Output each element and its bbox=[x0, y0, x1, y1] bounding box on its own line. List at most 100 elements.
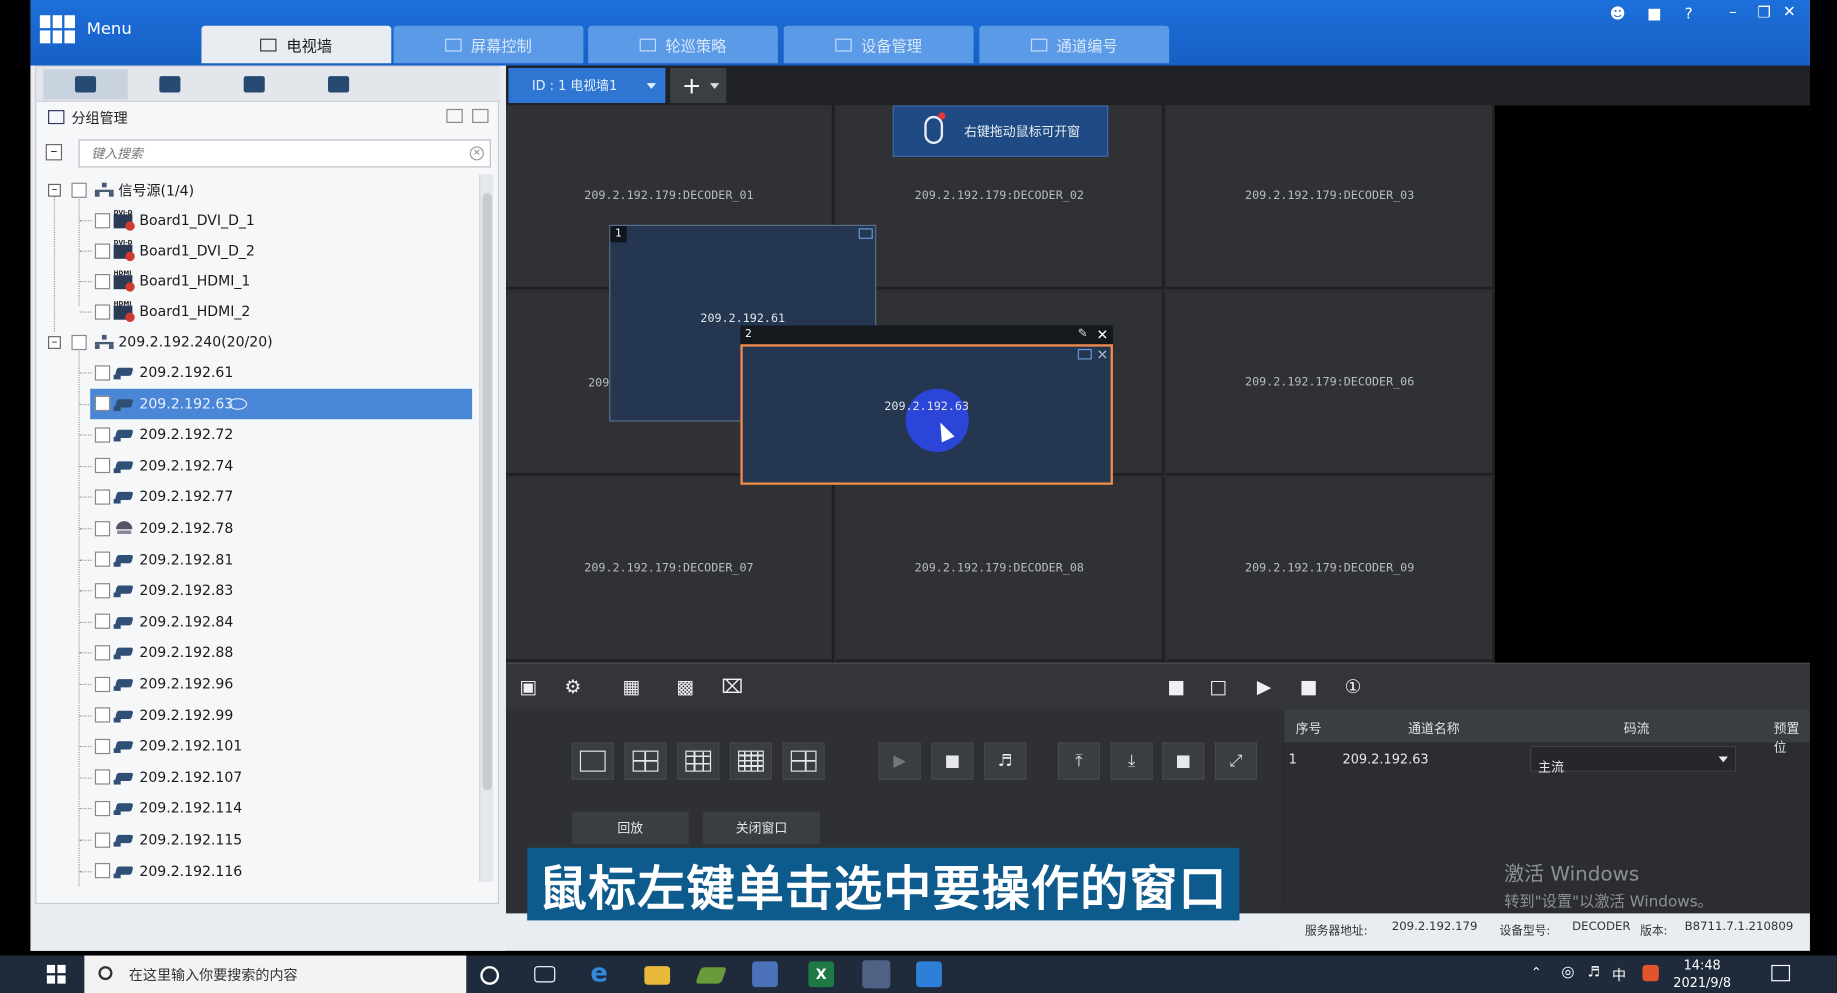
add-wall-button[interactable]: + bbox=[670, 67, 727, 104]
tree-node-camera[interactable]: 209.2.192.99 bbox=[36, 700, 479, 730]
task-view-icon[interactable] bbox=[534, 966, 556, 983]
close-icon[interactable]: ✕ bbox=[1783, 0, 1796, 23]
checkbox[interactable] bbox=[94, 738, 111, 754]
monitor-button[interactable] bbox=[212, 69, 296, 99]
close-window-button[interactable]: 关闭窗口 bbox=[702, 811, 821, 845]
checkbox[interactable] bbox=[94, 395, 111, 412]
help-icon[interactable]: ? bbox=[1685, 2, 1693, 25]
edge-icon[interactable]: e bbox=[590, 961, 616, 987]
layout-16-button[interactable] bbox=[729, 742, 773, 780]
tree-node-camera[interactable]: 209.2.192.84 bbox=[36, 606, 479, 636]
tree-node-signal[interactable]: DVI-D Board1_DVI_D_1 bbox=[36, 205, 479, 235]
lock-window-button[interactable]: ■ bbox=[1162, 742, 1205, 780]
windows-start-icon[interactable] bbox=[46, 964, 66, 984]
grid-layout-icon[interactable]: ▦ bbox=[614, 676, 649, 699]
taskbar-search[interactable]: 在这里输入你要搜索的内容 bbox=[84, 955, 467, 993]
stop-icon[interactable]: ■ bbox=[1296, 676, 1322, 699]
expand-toggle[interactable]: – bbox=[48, 183, 61, 197]
checkbox[interactable] bbox=[94, 863, 111, 879]
close-icon[interactable]: ✕ bbox=[1096, 347, 1108, 363]
expand-toggle[interactable]: – bbox=[48, 335, 61, 349]
tree-node-camera[interactable]: 209.2.192.78 bbox=[36, 513, 479, 543]
lock-icon[interactable]: ■ bbox=[1163, 676, 1189, 699]
decoder-client-taskbar-icon[interactable] bbox=[862, 960, 891, 989]
checkbox[interactable] bbox=[94, 582, 111, 599]
menu-button[interactable]: Menu bbox=[39, 14, 132, 44]
checkbox[interactable] bbox=[94, 645, 111, 661]
checkbox[interactable] bbox=[94, 273, 111, 289]
send-to-bottom-button[interactable]: ⤓ bbox=[1110, 742, 1153, 780]
wall-cell[interactable]: 209.2.192.179:DECODER_08 bbox=[836, 477, 1165, 662]
tree-node-camera[interactable]: 209.2.192.114 bbox=[36, 793, 479, 823]
window-2-titlebar[interactable]: 2 ✎ ✕ bbox=[740, 325, 1113, 345]
tv-wall-canvas[interactable]: 209.2.192.179:DECODER_01 209.2.192.179:D… bbox=[506, 105, 1495, 663]
refresh-icon[interactable] bbox=[446, 108, 463, 123]
checkbox[interactable] bbox=[71, 334, 87, 350]
search-device-button[interactable] bbox=[128, 69, 212, 99]
tab-tv-wall[interactable]: 电视墙 bbox=[201, 25, 392, 64]
remote-app-icon[interactable] bbox=[752, 961, 778, 988]
checkbox[interactable] bbox=[94, 676, 111, 692]
window-monitor-icon[interactable] bbox=[858, 228, 873, 239]
checkbox[interactable] bbox=[94, 364, 111, 380]
tree-node-signal[interactable]: DVI-D Board1_DVI_D_2 bbox=[36, 235, 479, 265]
cortana-icon[interactable] bbox=[480, 966, 500, 985]
settings-icon[interactable] bbox=[472, 108, 489, 123]
sogou-ime-icon[interactable] bbox=[1642, 964, 1659, 982]
volume-icon[interactable]: ♬ bbox=[1588, 964, 1601, 980]
bring-to-top-button[interactable]: ⤒ bbox=[1057, 742, 1101, 780]
checkbox[interactable] bbox=[94, 613, 111, 630]
layout-custom-button[interactable] bbox=[782, 742, 825, 780]
tree-node-camera[interactable]: 209.2.192.115 bbox=[36, 824, 479, 854]
fit-window-icon[interactable]: ▩ bbox=[672, 676, 698, 699]
clear-search-icon[interactable]: ✕ bbox=[469, 146, 484, 161]
checkbox[interactable] bbox=[94, 551, 111, 567]
tree-scrollbar[interactable] bbox=[479, 174, 494, 882]
tab-channel-numbering[interactable]: 通道编号 bbox=[979, 25, 1170, 64]
audio-settings-icon[interactable]: ⚙ bbox=[560, 676, 586, 699]
save-icon[interactable]: ▣ bbox=[515, 676, 541, 699]
play-icon[interactable]: ▶ bbox=[1251, 676, 1277, 699]
layout-9-button[interactable] bbox=[677, 742, 720, 780]
config-button[interactable] bbox=[296, 69, 380, 99]
layout-4-button[interactable] bbox=[624, 742, 667, 780]
playback-button[interactable]: 回放 bbox=[571, 811, 689, 845]
ime-indicator[interactable]: 中 bbox=[1612, 965, 1626, 985]
checkbox[interactable] bbox=[94, 800, 111, 817]
checkbox[interactable] bbox=[94, 831, 111, 848]
tab-patrol-policy[interactable]: 轮巡策略 bbox=[588, 25, 778, 64]
collapse-all-button[interactable]: – bbox=[45, 144, 63, 161]
tree-node-camera[interactable]: 209.2.192.74 bbox=[36, 451, 479, 481]
tree-node-camera[interactable]: 209.2.192.83 bbox=[36, 575, 479, 605]
scrollbar-thumb[interactable] bbox=[482, 193, 493, 791]
excel-icon[interactable]: X bbox=[808, 961, 835, 988]
tree-node-camera[interactable]: 209.2.192.96 bbox=[36, 669, 479, 699]
minimize-icon[interactable]: – bbox=[1729, 0, 1737, 23]
network-icon[interactable]: ◎ bbox=[1561, 964, 1574, 982]
checkbox[interactable] bbox=[94, 303, 111, 320]
audio-button[interactable]: ♬ bbox=[984, 742, 1027, 780]
screen-number-icon[interactable]: ① bbox=[1340, 676, 1366, 699]
checkbox[interactable] bbox=[94, 242, 111, 259]
network-app-icon[interactable] bbox=[695, 967, 727, 984]
tree-node-camera[interactable]: 209.2.192.81 bbox=[36, 544, 479, 574]
tree-node-signal[interactable]: HDMI Board1_HDMI_1 bbox=[36, 266, 479, 296]
wall-window-2[interactable]: ✕ 209.2.192.63 bbox=[740, 344, 1113, 485]
close-icon[interactable]: ✕ bbox=[1096, 328, 1108, 342]
search-input[interactable] bbox=[78, 139, 491, 168]
taskbar-clock[interactable]: 14:48 2021/9/8 bbox=[1661, 957, 1743, 992]
window-monitor-icon[interactable] bbox=[1077, 348, 1092, 360]
checkbox[interactable] bbox=[94, 427, 111, 443]
notification-icon[interactable] bbox=[1771, 964, 1791, 982]
tree-node-signal-group[interactable]: – 信号源(1/4) bbox=[36, 174, 479, 204]
lock-icon[interactable]: ■ bbox=[1647, 2, 1661, 25]
wall-select-dropdown[interactable]: ID : 1 电视墙1 bbox=[508, 67, 666, 104]
tree-node-camera[interactable]: 209.2.192.116 bbox=[36, 856, 479, 886]
wall-cell[interactable]: 209.2.192.179:DECODER_03 bbox=[1166, 105, 1495, 290]
checkbox[interactable] bbox=[94, 707, 111, 723]
wall-cell[interactable]: 209.2.192.179:DECODER_07 bbox=[506, 477, 835, 662]
checkbox[interactable] bbox=[94, 769, 111, 785]
wall-cell[interactable]: 209.2.192.179:DECODER_06 bbox=[1166, 291, 1495, 476]
play-button[interactable]: ▶ bbox=[878, 742, 921, 780]
unlock-icon[interactable]: □ bbox=[1205, 676, 1231, 699]
